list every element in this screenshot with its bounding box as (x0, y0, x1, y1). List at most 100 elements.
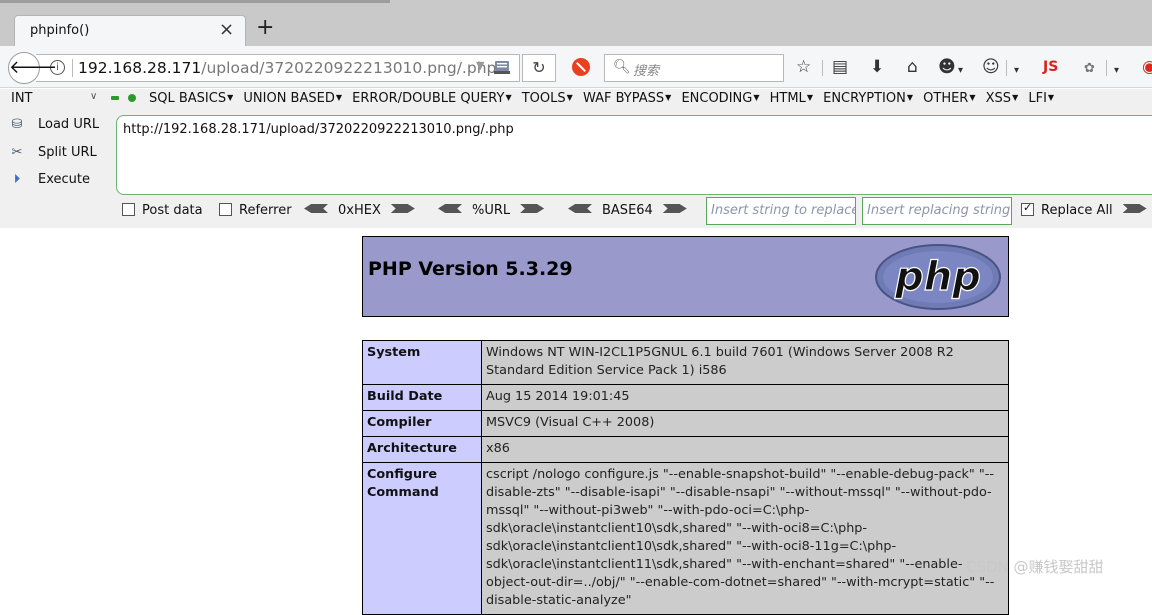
home-icon[interactable]: ⌂ (907, 58, 918, 76)
reload-button[interactable]: ↻ (522, 54, 556, 82)
overflow-dropdown-icon[interactable]: ▾ (1114, 62, 1119, 80)
table-value: cscript /nologo configure.js "--enable-s… (481, 462, 1009, 615)
menu-label: SQL BASICS (149, 91, 227, 106)
decode-arrow-icon[interactable] (304, 204, 328, 213)
menu-label: WAF BYPASS (582, 91, 665, 106)
caret-icon: ▼ (969, 93, 976, 102)
url-text[interactable]: 192.168.28.171/upload/3720220922213010.p… (78, 59, 496, 77)
replace-arrow-icon[interactable] (1122, 204, 1147, 213)
execute-button[interactable]: ⏵ Execute (8, 172, 90, 192)
decode-arrow-icon[interactable] (568, 204, 592, 213)
table-row: Architecture x86 (362, 436, 1009, 463)
sync-dropdown-icon[interactable]: ▾ (958, 62, 963, 80)
menu-encoding[interactable]: ENCODING▼ (681, 91, 759, 106)
sync-icon[interactable]: ☻ (938, 58, 956, 76)
caret-icon: ▼ (753, 93, 760, 102)
table-value: Windows NT WIN-I2CL1P5GNUL 6.1 build 760… (481, 340, 1009, 385)
caret-icon: ▼ (665, 93, 672, 102)
menu-label: HTML (769, 91, 806, 106)
tab-strip-top-line (0, 0, 390, 3)
post-data-label: Post data (142, 203, 203, 218)
hex-encode-control[interactable]: 0xHEX (304, 203, 415, 218)
menu-label: XSS (985, 91, 1012, 106)
tab-phpinfo[interactable]: phpinfo() × (14, 15, 246, 46)
load-url-button[interactable]: ⛁ Load URL (8, 117, 100, 137)
table-row: Build Date Aug 15 2014 19:01:45 (362, 384, 1009, 411)
caret-icon: ▼ (566, 93, 573, 102)
bookmark-star-icon[interactable]: ☆ (796, 58, 811, 76)
table-key: Compiler (362, 410, 482, 437)
caret-icon: ▼ (1047, 93, 1055, 102)
php-version-title: PHP Version 5.3.29 (368, 258, 573, 280)
menu-html[interactable]: HTML▼ (770, 91, 813, 106)
download-icon[interactable]: ⬇ (870, 58, 884, 76)
decode-arrow-icon[interactable] (438, 204, 462, 213)
js-toggle-icon[interactable]: JS (1043, 59, 1058, 75)
menu-other[interactable]: OTHER▼ (923, 91, 975, 106)
replace-all-label: Replace All (1041, 203, 1113, 218)
post-data-checkbox[interactable]: Post data (122, 203, 203, 218)
table-row: Configure Command cscript /nologo config… (362, 462, 1009, 615)
hex-label: 0xHEX (338, 203, 381, 218)
url-textarea[interactable]: http://192.168.28.171/upload/37202209222… (116, 115, 1152, 195)
url-separator (72, 59, 73, 77)
referrer-checkbox[interactable]: Referrer (219, 203, 292, 218)
reader-view-icon[interactable] (494, 59, 510, 75)
menu-sql-basics[interactable]: SQL BASICS▼ (149, 91, 233, 106)
search-icon: 🔍︎ (613, 59, 631, 75)
back-button[interactable]: 🡐 (8, 52, 57, 84)
table-key: Architecture (362, 436, 482, 463)
minus-icon[interactable] (111, 96, 119, 100)
url-path: /upload/3720220922213010.png/.php (201, 59, 497, 77)
encode-arrow-icon[interactable] (520, 204, 545, 213)
int-select[interactable]: INT ∨ (6, 91, 102, 109)
extension-icon[interactable]: ✿ (1084, 60, 1095, 78)
int-select-value: INT (11, 91, 33, 106)
encode-arrow-icon[interactable] (662, 204, 687, 213)
emoji-icon[interactable]: ☺ (982, 58, 1000, 76)
menu-error-double-query[interactable]: ERROR/DOUBLE QUERY▼ (352, 91, 511, 106)
menu-dropdown-icon[interactable]: ▾ (1014, 62, 1019, 80)
table-value: x86 (481, 436, 1009, 463)
menu-union-based[interactable]: UNION BASED▼ (243, 91, 342, 106)
split-url-button[interactable]: ✂ Split URL (8, 145, 97, 165)
base64-label: BASE64 (602, 203, 653, 218)
caret-icon: ▼ (335, 93, 342, 102)
overflow-extension-icon[interactable]: ◉ (1142, 58, 1152, 76)
base64-encode-control[interactable]: BASE64 (568, 203, 687, 218)
menu-label: ENCODING (681, 91, 753, 106)
replacing-string-input[interactable]: Insert replacing string (862, 197, 1012, 225)
menu-tools[interactable]: TOOLS▼ (522, 91, 573, 106)
php-logo-text: php (894, 254, 981, 300)
bookmarks-library-icon[interactable]: ▤ (832, 58, 848, 76)
url-bar[interactable]: i 192.168.28.171/upload/3720220922213010… (36, 54, 520, 82)
menu-lfi[interactable]: LFI▼ (1028, 91, 1054, 106)
phpinfo-table: System Windows NT WIN-I2CL1P5GNUL 6.1 bu… (362, 340, 1009, 615)
caret-icon: ▼ (806, 93, 813, 102)
noscript-icon[interactable] (572, 58, 590, 76)
url-encode-control[interactable]: %URL (438, 203, 545, 218)
load-url-label: Load URL (38, 117, 100, 132)
navigation-toolbar: i 192.168.28.171/upload/3720220922213010… (0, 46, 1152, 88)
search-box[interactable]: 🔍︎ 搜索 (604, 54, 784, 82)
url-enc-label: %URL (472, 203, 511, 218)
url-history-dropdown-icon[interactable]: ▼ (476, 59, 484, 72)
close-tab-icon[interactable]: × (219, 19, 234, 40)
replace-string-input[interactable]: Insert string to replace (706, 197, 856, 225)
replace-all-checkbox[interactable]: Replace All (1021, 201, 1147, 218)
table-key: System (362, 340, 482, 385)
menu-label: ENCRYPTION (823, 91, 906, 106)
menu-xss[interactable]: XSS▼ (986, 91, 1019, 106)
menu-waf-bypass[interactable]: WAF BYPASS▼ (583, 91, 671, 106)
table-key: Configure Command (362, 462, 482, 615)
menu-encryption[interactable]: ENCRYPTION▼ (823, 91, 913, 106)
php-version-header: PHP Version 5.3.29 php (362, 236, 1009, 317)
new-tab-button[interactable]: + (256, 15, 274, 41)
toolbar-separator (1106, 60, 1107, 76)
toolbar-separator (1006, 60, 1007, 76)
hackbar-menu-items: SQL BASICS▼ UNION BASED▼ ERROR/DOUBLE QU… (149, 91, 1060, 106)
plus-icon[interactable] (128, 94, 136, 102)
csdn-watermark: CSDN @赚钱娶甜甜 (966, 558, 1104, 576)
encode-arrow-icon[interactable] (390, 204, 415, 213)
split-url-label: Split URL (38, 145, 97, 160)
